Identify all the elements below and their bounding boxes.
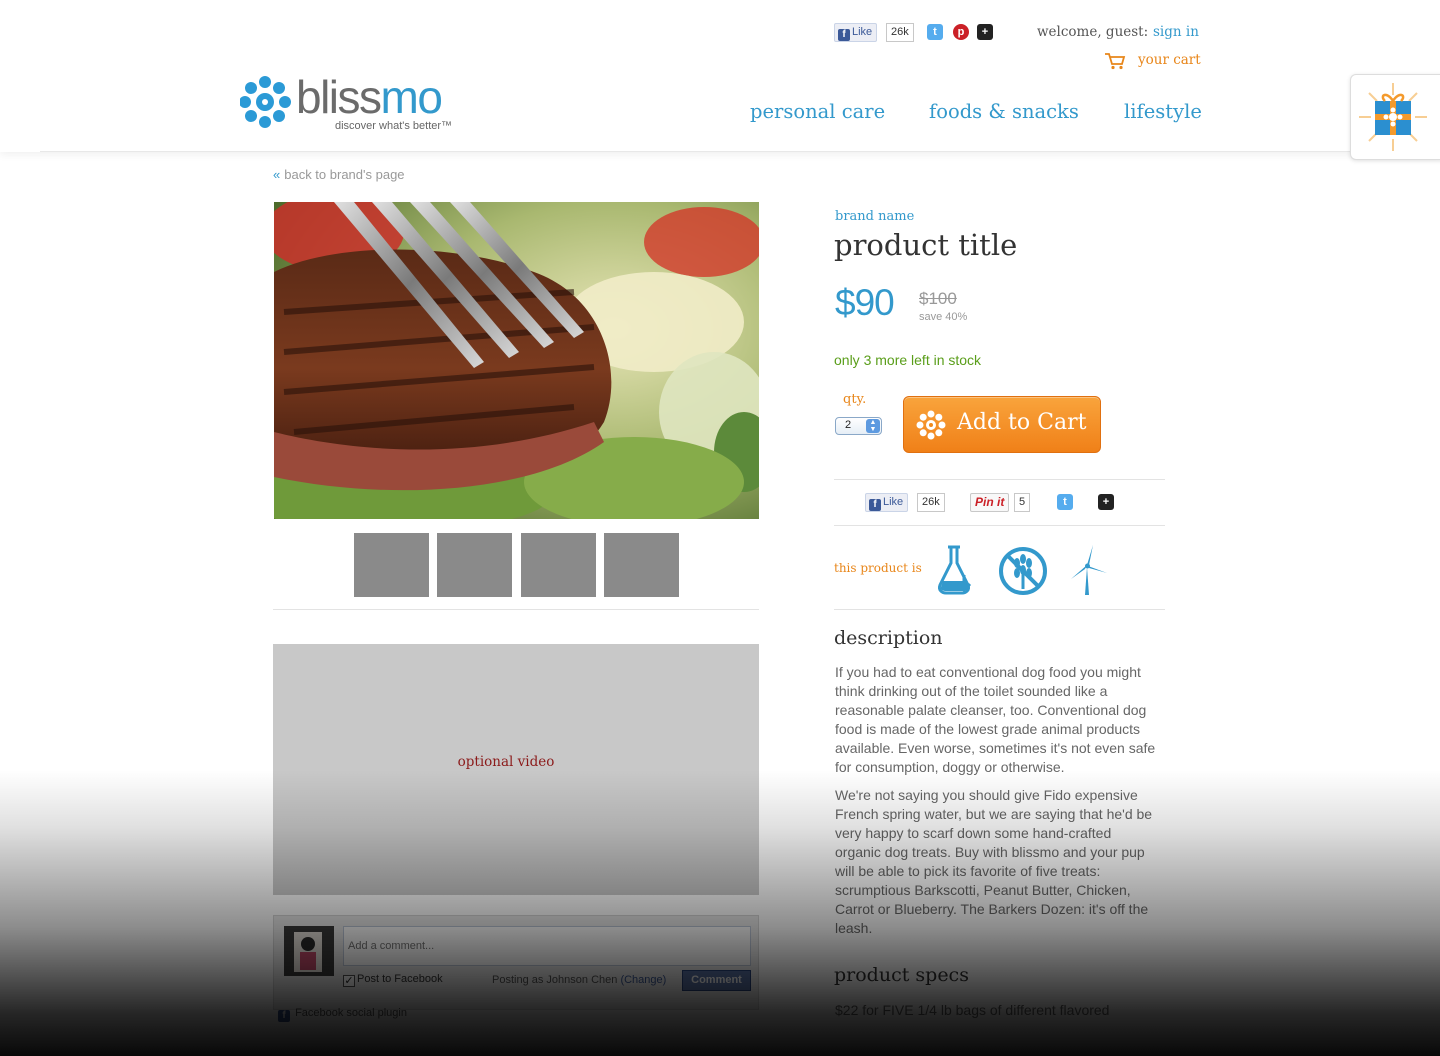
like-count: 26k [917,493,945,512]
pin-count: 5 [1014,493,1031,512]
product-main-image[interactable] [274,202,759,519]
like-count: 26k [886,23,914,42]
pinterest-icon[interactable]: p [953,24,969,40]
sign-in-link[interactable]: sign in [1153,24,1199,40]
facebook-like-button[interactable]: f Like [834,23,878,42]
product-thumbnail-3[interactable] [521,533,596,597]
specs-text: $22 for FIVE 1/4 lb bags of different fl… [835,1002,1110,1018]
qty-label: qty. [843,392,867,407]
pin-it-button[interactable]: Pin it [970,493,1010,512]
nav-lifestyle[interactable]: lifestyle [1124,100,1202,123]
product-thumbnail-2[interactable] [437,533,512,597]
add-to-cart-button[interactable]: Add to Cart [903,396,1101,453]
specs-heading: product specs [834,964,969,986]
comment-button[interactable]: Comment [682,970,751,991]
shopping-cart-icon [1105,53,1126,70]
gift-box-icon [1359,83,1427,151]
brand-name-link[interactable]: brand name [835,209,914,224]
logo-tagline: discover what's better™ [335,120,453,132]
gluten-free-icon[interactable] [997,543,1049,597]
attributes-label: this product is [834,561,922,575]
post-to-facebook-checkbox[interactable]: ✓ Post to Facebook [343,973,443,987]
chemical-free-icon[interactable] [930,543,982,597]
add-to-cart-label: Add to Cart [957,410,1087,435]
twitter-icon[interactable]: t [1057,494,1073,510]
savings-text: save 40% [919,311,968,323]
facebook-icon: f [838,29,850,41]
nav-foods-snacks[interactable]: foods & snacks [929,100,1079,123]
wind-energy-icon[interactable] [1063,543,1115,597]
posting-as-text: Posting as Johnson Chen (Change) [492,974,667,986]
facebook-icon: f [869,499,881,511]
comment-input[interactable] [343,926,751,966]
description-heading: description [834,627,943,649]
gift-tab[interactable] [1350,74,1440,160]
flower-logo-icon [240,76,291,128]
product-social-bar: f Like 26k Pin it 5 t + [865,493,1165,512]
nav-personal-care[interactable]: personal care [750,100,885,123]
facebook-comments: ✓Post to Facebook Posting as Johnson Che… [273,915,759,1022]
google-plus-icon[interactable]: + [977,24,993,40]
video-label: optional video [457,754,555,770]
google-plus-icon[interactable]: + [1098,494,1114,510]
facebook-plugin-label: f Facebook social plugin [278,1007,407,1022]
header-divider [40,151,1400,152]
original-price: $100 [919,289,957,308]
site-header: blissmo discover what's better™ f Like 26… [0,0,1440,152]
description-paragraph: We're not saying you should give Fido ex… [835,787,1153,936]
sale-price: $90 [835,282,895,323]
facebook-icon: f [278,1010,290,1022]
qty-select[interactable]: 2 ▲ ▼ [835,417,882,435]
double-chevron-left-icon: « [273,167,281,182]
twitter-icon[interactable]: t [927,24,943,40]
product-title: product title [834,228,1018,262]
product-thumbnail-1[interactable] [354,533,429,597]
avatar [284,926,334,976]
blissmo-logo[interactable]: blissmo discover what's better™ [240,71,480,134]
description-paragraph: If you had to eat conventional dog food … [835,664,1156,775]
welcome-text: welcome, guest: [1037,24,1149,40]
flower-icon [916,410,946,440]
back-to-brand-link[interactable]: «back to brand's page [273,167,405,182]
left-divider [273,609,759,610]
logo-wordmark: blissmo [296,71,443,123]
product-thumbnail-4[interactable] [604,533,679,597]
divider [834,609,1165,610]
checkbox-icon: ✓ [343,975,355,987]
cart-label: your cart [1138,52,1201,68]
product-video[interactable]: optional video [273,644,759,895]
facebook-like-button[interactable]: f Like [865,493,909,512]
steak-photo [274,202,759,519]
divider [834,479,1165,480]
stock-message: only 3 more left in stock [834,352,982,368]
change-user-link[interactable]: (Change) [620,974,666,986]
stepper-arrows-icon: ▲ ▼ [866,419,880,433]
divider [834,525,1165,526]
